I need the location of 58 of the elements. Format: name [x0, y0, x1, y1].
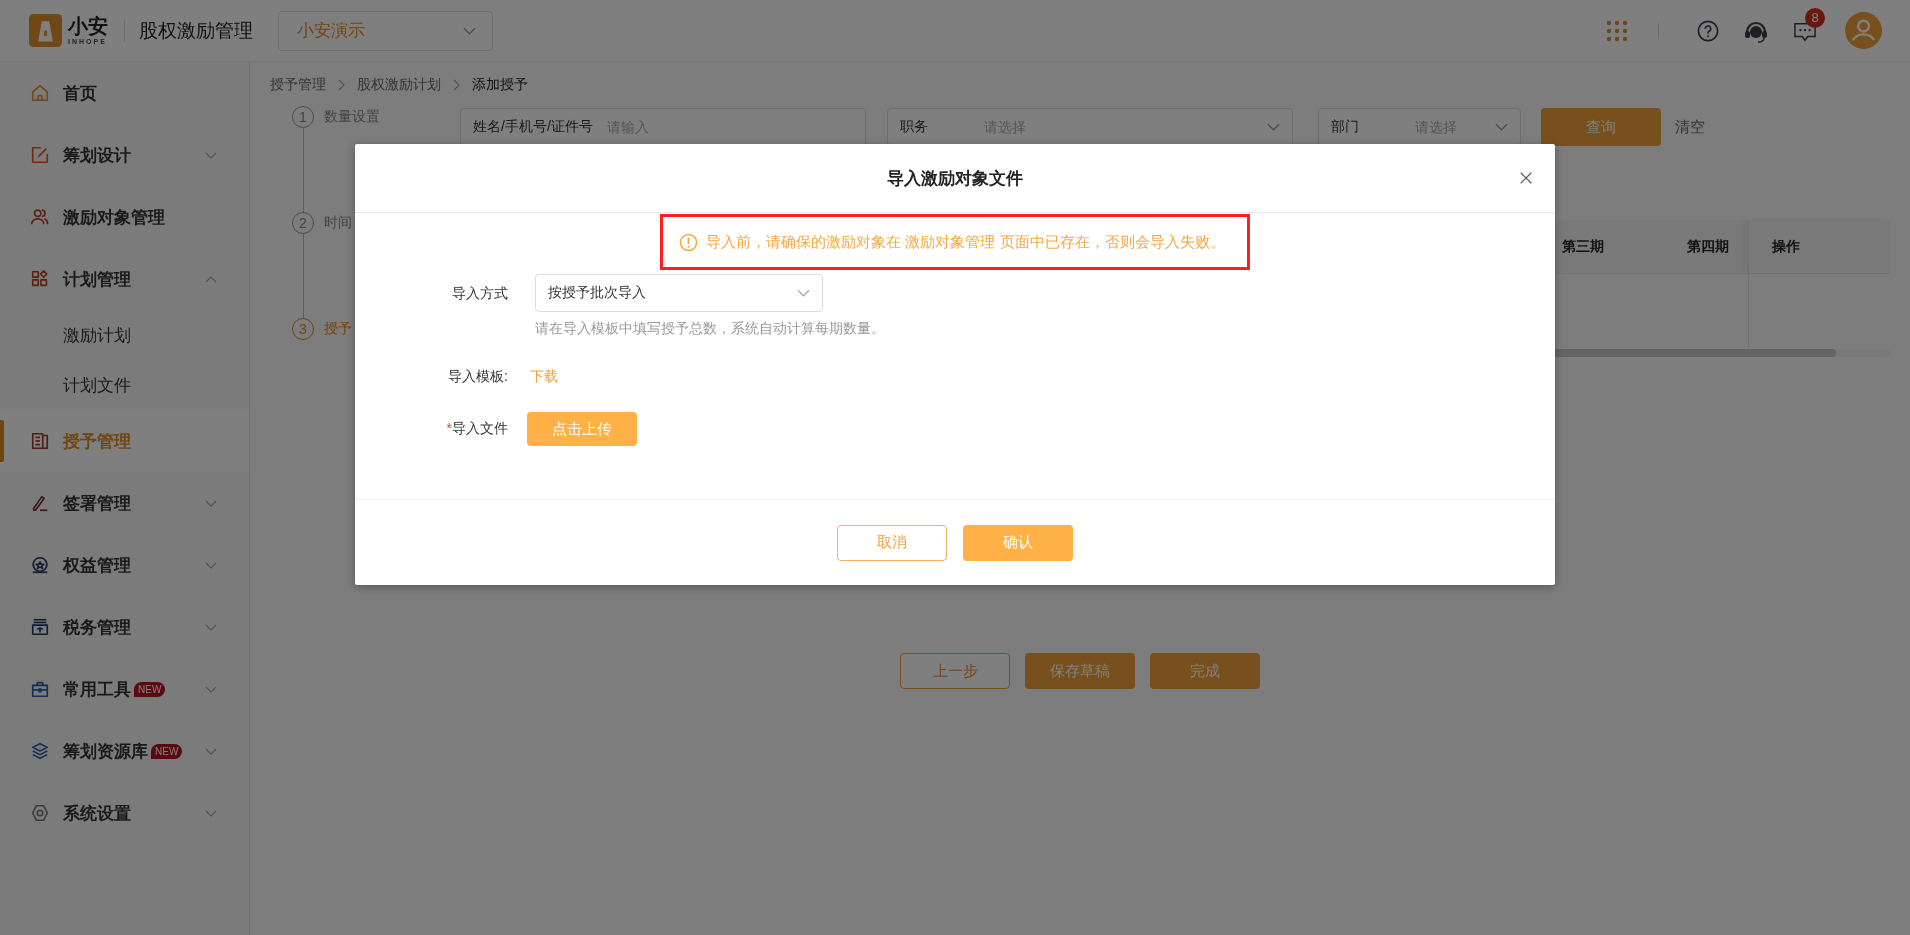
caret-icon: [797, 289, 810, 297]
field-label: *导入文件: [445, 420, 508, 438]
nav-subitem[interactable]: 计划文件: [0, 360, 249, 410]
caret-icon: [1495, 123, 1508, 131]
caret-icon: [1267, 123, 1280, 131]
warning-notice: 导入前，请确保的激励对象在 激励对象管理 页面中已存在，否则会导入失败。: [660, 214, 1250, 270]
column-header: 第三期: [1561, 237, 1605, 256]
people-icon: [30, 207, 50, 227]
nav-item[interactable]: 筹划设计: [0, 124, 249, 186]
company-select[interactable]: 小安演示: [278, 10, 493, 51]
hint-text: 请在导入模板中填写授予总数，系统自动计算每期数量。: [535, 320, 885, 338]
grid-icon: [30, 269, 50, 289]
nav-item[interactable]: 筹划资源库 NEW: [0, 720, 249, 782]
nav-item[interactable]: 首页: [0, 62, 249, 124]
nav-item[interactable]: 计划管理: [0, 248, 249, 310]
edit-icon: [30, 145, 50, 165]
app-title: 股权激励管理: [139, 18, 253, 43]
nav-item[interactable]: 系统设置: [0, 782, 249, 844]
notification-badge: 8: [1805, 7, 1825, 28]
close-icon[interactable]: [1519, 171, 1533, 185]
field-label: 导入方式: [451, 284, 508, 303]
logo-icon: [29, 14, 62, 47]
scrollbar[interactable]: [1554, 349, 1890, 357]
download-link[interactable]: 下载: [530, 368, 558, 386]
nav-subitem[interactable]: 激励计划: [0, 310, 249, 360]
pen-icon: [30, 493, 50, 513]
medal-icon: [30, 555, 50, 575]
house-icon: [30, 83, 50, 103]
nav-item[interactable]: 签署管理: [0, 472, 249, 534]
breadcrumb-item[interactable]: 股权激励计划: [357, 76, 441, 94]
column-header: 第四期: [1686, 237, 1730, 256]
nav-item[interactable]: 权益管理: [0, 534, 249, 596]
tax-icon: [30, 617, 50, 637]
field-label: 导入模板:: [447, 368, 508, 386]
clear-button[interactable]: 清空: [1669, 116, 1711, 138]
cancel-button[interactable]: 取消: [837, 524, 947, 561]
chevron-right-icon: [338, 79, 345, 91]
new-badge: NEW: [134, 681, 166, 697]
breadcrumb-item[interactable]: 授予管理: [270, 76, 326, 94]
dialog-title: 导入激励对象文件: [887, 167, 1023, 190]
nav-item[interactable]: 激励对象管理: [0, 186, 249, 248]
help-icon[interactable]: [1697, 19, 1719, 42]
layers-icon: [30, 741, 50, 761]
nav-item[interactable]: 常用工具 NEW: [0, 658, 249, 720]
nav-item[interactable]: 税务管理: [0, 596, 249, 658]
chevron-right-icon: [453, 79, 460, 91]
new-badge: NEW: [151, 743, 183, 759]
previous-button[interactable]: 上一步: [900, 653, 1010, 689]
column-header: 操作: [1748, 220, 1890, 273]
toolbox-icon: [30, 679, 50, 699]
settings-icon: [30, 803, 50, 823]
step-label: 授予: [324, 320, 352, 338]
import-method-select[interactable]: 按授予批次导入: [535, 274, 823, 312]
logo-text: 小安: [68, 16, 108, 36]
warning-icon: [679, 232, 699, 252]
breadcrumb-item: 添加授予: [472, 76, 528, 94]
caret-icon: [463, 26, 476, 35]
book-icon: [30, 431, 50, 451]
